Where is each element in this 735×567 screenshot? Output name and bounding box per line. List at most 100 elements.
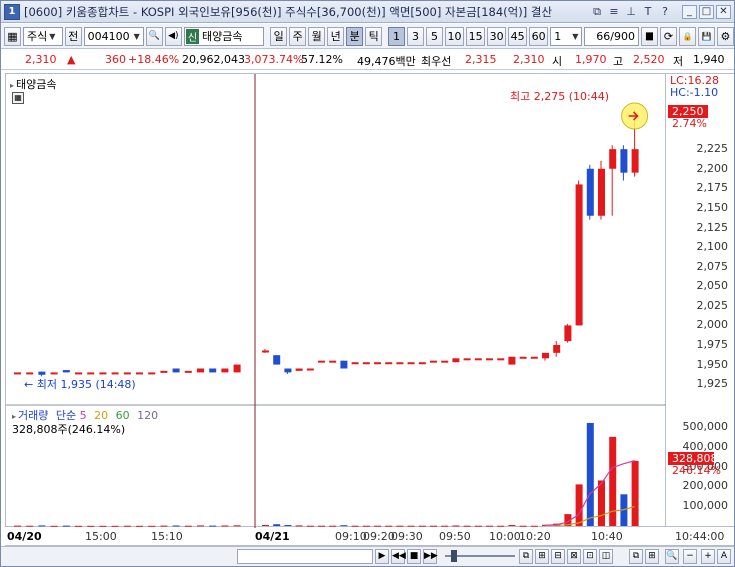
interval-10[interactable]: 10 [445,26,465,46]
interval-45[interactable]: 45 [508,26,528,46]
candle-body [474,358,482,361]
chart-svg[interactable] [6,74,667,528]
quote-line: 2,310 ▲ 360 +18.46% 20,962,043 3,073.74%… [1,50,734,70]
price-change: 360 [105,53,126,66]
candle-body [284,368,292,373]
candle-body [172,368,180,373]
period-tick[interactable]: 틱 [365,26,383,46]
period-minute[interactable]: 분 [346,26,364,46]
volume-bar [430,525,437,527]
grid-dot-icon[interactable]: ⊡ [583,549,597,564]
prev-button[interactable]: 전 [64,26,82,46]
trade-amount: 49,476백만 [357,55,416,68]
volume-bar [14,525,21,527]
interval-1[interactable]: 1 [388,26,406,46]
x-tick: 15:10 [151,530,183,543]
candle-body [184,370,192,373]
best-quote-label: 최우선 [421,55,452,68]
text-T-icon[interactable]: T [641,5,655,19]
close-button[interactable]: ✕ [716,4,731,19]
candle-body [441,360,449,363]
volume-bar [441,525,449,527]
grid-icon[interactable]: ▦ [4,26,21,46]
zoom-slider-handle[interactable] [451,550,457,562]
layout-icon[interactable]: ⧉ [629,549,643,564]
pin-icon[interactable]: ⊥ [624,5,638,19]
bar-chart-icon[interactable]: ⊞ [645,549,659,564]
candle-body [486,358,493,361]
zoom-out-button[interactable]: − [683,549,697,564]
search-icon[interactable]: 🔍 [145,26,163,46]
help-icon[interactable]: ? [658,5,672,19]
price-tick: 2,000 [696,318,729,332]
count-select[interactable]: 1 ▼ [550,26,583,46]
ma120-label: 120 [137,409,159,422]
type-select[interactable]: 주식 ▼ [23,26,63,46]
price-tick: 2,075 [696,259,729,273]
scroll-end-button[interactable]: ▶▶ [423,549,438,564]
x-tick: 09:10 [335,530,367,543]
volume-bar [99,525,107,527]
panel-icon[interactable]: ◫ [599,549,613,564]
hc-label: HC:-1.10 [670,86,719,99]
period-week[interactable]: 주 [289,26,307,46]
window-icon[interactable]: ⧉ [519,549,533,564]
scroll-right-button[interactable]: ▶ [375,549,389,564]
stock-name-field[interactable]: 신 태양금속 [183,26,265,46]
candle-body [463,358,471,361]
price-tick: 2,050 [696,279,729,293]
code-input[interactable]: 004100 ▼ [83,26,144,46]
font-size-button[interactable]: A [717,549,731,564]
interval-3[interactable]: 3 [407,26,425,46]
x-tick: 09:30 [391,530,423,543]
price-change-pct: +18.46% [128,53,180,66]
scroll-start-button[interactable]: ◀◀ [391,549,406,564]
interval-60[interactable]: 60 [529,26,549,46]
volume-bar [374,525,381,527]
candle-body [38,371,46,375]
minimize-button[interactable]: _ [682,4,697,19]
grid-plus-icon[interactable]: ⊞ [535,549,549,564]
grid-minus-icon[interactable]: ⊟ [551,549,565,564]
chevron-down-icon: ▼ [572,31,579,41]
period-month[interactable]: 월 [308,26,326,46]
maximize-button[interactable]: □ [699,4,714,19]
price-tick: 1,975 [696,338,729,351]
page-count-field[interactable]: 66/900 [584,26,639,46]
volume: 20,962,043 [182,53,245,66]
window-restore-icon[interactable]: ⧉ [590,5,604,19]
table-icon[interactable]: ▦ [12,92,24,104]
refresh-icon[interactable]: ⟳ [659,26,677,46]
app-icon: 1 [4,3,20,20]
volume-bar [463,525,471,527]
interval-5[interactable]: 5 [426,26,444,46]
settings-icon[interactable]: ⚙ [716,26,734,46]
candle-body [50,372,58,375]
candle-body [306,368,314,371]
bars-icon[interactable]: ▆ [640,26,658,46]
stock-name: 태양금속 [202,30,243,43]
save-icon[interactable]: 💾 [697,26,715,46]
chart-plot-area[interactable]: ▸ 태양금속 ▦ 최고 2,275 (10:44) ← 최저 1,935 (14:… [5,73,667,528]
menu-icon[interactable]: ≡ [607,5,621,19]
zoom-search-icon[interactable]: 🔍 [665,549,679,564]
count-select-value: 1 [554,29,562,43]
volume-bar [262,525,269,527]
scroll-track[interactable] [237,549,373,564]
price-tick: 2,150 [696,200,729,214]
interval-30[interactable]: 30 [487,26,507,46]
chevron-down-icon: ▼ [133,31,140,41]
volume-bar [233,525,241,527]
lock-icon[interactable]: 🔒 [678,26,696,46]
period-year[interactable]: 년 [327,26,345,46]
period-day[interactable]: 일 [270,26,288,46]
volume-tick: 200,000 [682,479,729,493]
candle-body [160,370,168,373]
volume-bar [184,525,192,527]
stop-button[interactable]: ■ [407,549,421,564]
sound-icon[interactable]: ◀) [164,26,182,46]
interval-15[interactable]: 15 [466,26,486,46]
candle-body [136,372,143,375]
grid-x-icon[interactable]: ⊠ [567,549,581,564]
zoom-in-button[interactable]: + [701,549,715,564]
